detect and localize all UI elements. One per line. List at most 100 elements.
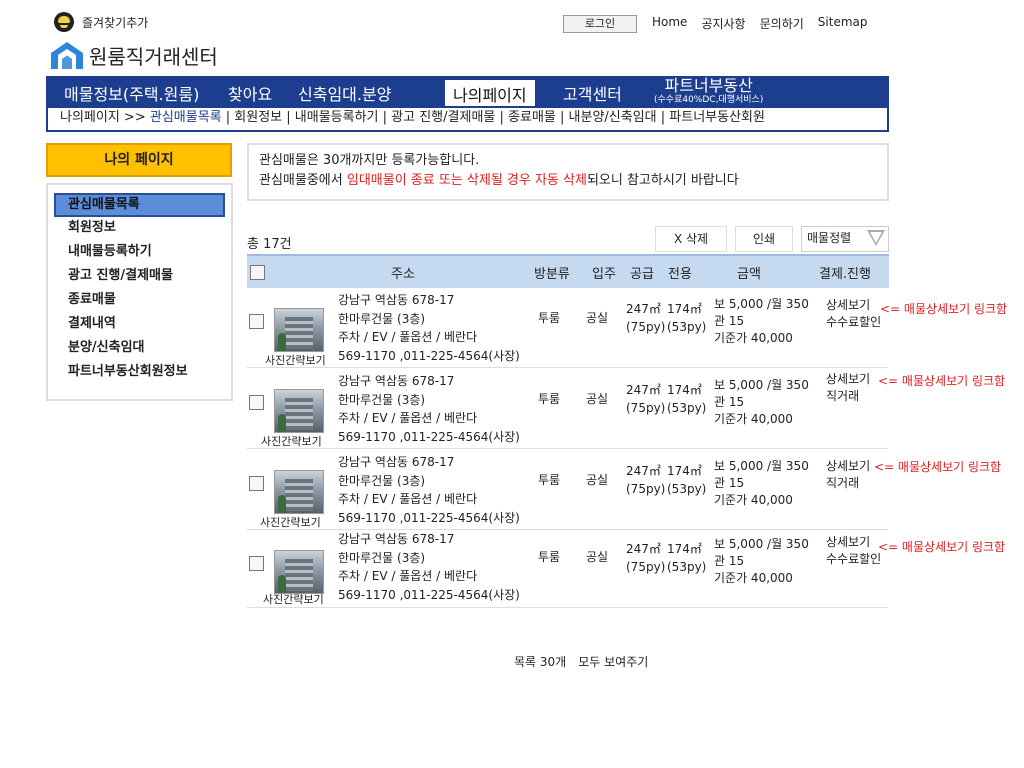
row-checkbox[interactable] — [249, 556, 264, 571]
row-room-type: 투룸 — [538, 473, 561, 487]
row-move-in: 공실 — [586, 473, 609, 487]
show-all-link[interactable]: 모두 보여주기 — [578, 653, 648, 670]
photo-preview-link[interactable]: 사진간략보기 — [265, 352, 326, 368]
detail-link[interactable]: 상세보기 — [826, 371, 870, 388]
header-payment-status: 결제.진행 — [819, 267, 871, 282]
nav-my-page[interactable]: 나의페이지 — [445, 80, 535, 106]
header-supply: 공급 — [630, 267, 654, 282]
delete-button[interactable]: X 삭제 — [655, 226, 727, 252]
sitemap-link[interactable]: Sitemap — [818, 15, 868, 32]
options-line: 주차 / EV / 풀옵션 / 베란다 — [338, 569, 478, 583]
notice-line-2-pre: 관심매물중에서 — [259, 173, 347, 188]
photo-preview-link[interactable]: 사진간략보기 — [260, 514, 321, 530]
nav-partner-realty[interactable]: 파트너부동산 (수수료40%DC,대행서비스) — [654, 77, 763, 106]
property-photo[interactable] — [274, 470, 324, 514]
price-deposit-rent: 보 5,000 /월 350 — [714, 297, 809, 311]
phone-line: 569-1170 ,011-225-4564(사장) — [338, 587, 520, 602]
sidebar-item-ad-payment[interactable]: 광고 진행/결제매물 — [54, 265, 225, 289]
sidebar-item-member-info[interactable]: 회원정보 — [54, 217, 225, 241]
notice-line-2: 관심매물중에서 임대매물이 종료 또는 삭제될 경우 자동 삭제되오니 참고하시… — [259, 171, 877, 191]
detail-link[interactable]: 상세보기 — [826, 297, 881, 314]
subnav-register-property[interactable]: 내매물등록하기 — [295, 110, 379, 125]
address-line: 강남구 역삼동 678-17 — [338, 374, 455, 388]
payment-status: 수수료할인 — [826, 315, 882, 329]
row-exclusive: 174㎡ (53py) — [667, 540, 706, 576]
address-line: 강남구 역삼동 678-17 — [338, 532, 455, 546]
header-room-type: 방분류 — [534, 267, 570, 282]
select-all-checkbox[interactable] — [250, 265, 265, 280]
nav-property-info[interactable]: 매물정보(주택.원룸) — [64, 81, 199, 105]
price-base: 기준가 40,000 — [714, 493, 793, 507]
home-link[interactable]: Home — [652, 15, 687, 32]
inquiry-link[interactable]: 문의하기 — [760, 15, 804, 32]
sidebar-title: 나의 페이지 — [46, 143, 232, 177]
row-status: 상세보기 수수료할인 — [826, 534, 881, 568]
subnav-current[interactable]: 관심매물목록 — [150, 110, 222, 125]
favorite-link[interactable]: 즐겨찾기추가 — [54, 12, 148, 32]
photo-preview-link[interactable]: 사진간략보기 — [263, 591, 324, 607]
photo-preview-link[interactable]: 사진간략보기 — [261, 433, 322, 449]
price-mgmt: 관 15 — [714, 314, 745, 328]
list-count-link[interactable]: 목록 30개 — [514, 653, 566, 670]
property-photo[interactable] — [274, 389, 324, 433]
price-mgmt: 관 15 — [714, 476, 745, 490]
property-photo[interactable] — [274, 550, 324, 594]
price-mgmt: 관 15 — [714, 395, 745, 409]
row-status: 상세보기 직거래 — [826, 458, 870, 492]
total-count: 총 17건 — [247, 237, 292, 252]
exclusive-area: 174㎡ — [667, 302, 702, 316]
sidebar-item-payments[interactable]: 결제내역 — [54, 313, 225, 337]
notice-link[interactable]: 공지사항 — [701, 15, 745, 32]
header-address: 주소 — [391, 267, 415, 282]
top-links: Home 공지사항 문의하기 Sitemap — [652, 15, 867, 32]
property-photo[interactable] — [274, 308, 324, 352]
subnav-ended[interactable]: 종료매물 — [508, 110, 556, 125]
sidebar-item-sale[interactable]: 분양/신축임대 — [54, 337, 225, 361]
nav-looking-for[interactable]: 찾아요 — [228, 81, 272, 105]
house-logo-icon — [51, 42, 83, 69]
row-address: 강남구 역삼동 678-17 한마루건물 (3층) 주차 / EV / 풀옵션 … — [338, 291, 520, 365]
row-status: 상세보기 직거래 — [826, 371, 870, 405]
detail-link[interactable]: 상세보기 — [826, 534, 881, 551]
row-checkbox[interactable] — [249, 314, 264, 329]
table-row: 사진간략보기 강남구 역삼동 678-17 한마루건물 (3층) 주차 / EV… — [247, 288, 1007, 368]
sidebar-item-favorites[interactable]: 관심매물목록 — [54, 193, 225, 217]
exclusive-py: (53py) — [667, 401, 707, 415]
site-logo[interactable]: 원룸직거래센터 — [48, 40, 218, 70]
sort-select[interactable]: 매물정렬 — [801, 226, 889, 252]
subnav-member-info[interactable]: 회원정보 — [234, 110, 282, 125]
row-supply: 247㎡ (75py) — [626, 300, 665, 336]
row-exclusive: 174㎡ (53py) — [667, 381, 706, 417]
print-button[interactable]: 인쇄 — [735, 226, 793, 252]
building-line: 한마루건물 (3층) — [338, 392, 426, 407]
row-price: 보 5,000 /월 350 관 15 기준가 40,000 — [714, 377, 809, 428]
row-supply: 247㎡ (75py) — [626, 540, 665, 576]
sidebar-item-ended[interactable]: 종료매물 — [54, 289, 225, 313]
subnav-ad-payment[interactable]: 광고 진행/결제매물 — [391, 110, 495, 125]
exclusive-py: (53py) — [667, 482, 707, 496]
smiley-icon — [54, 12, 74, 32]
price-deposit-rent: 보 5,000 /월 350 — [714, 459, 809, 473]
row-move-in: 공실 — [586, 311, 609, 325]
supply-py: (75py) — [626, 401, 666, 415]
nav-new-rental[interactable]: 신축임대.분양 — [298, 81, 391, 105]
subnav-partner-member[interactable]: 파트너부동산회원 — [669, 110, 765, 125]
price-deposit-rent: 보 5,000 /월 350 — [714, 378, 809, 392]
row-address: 강남구 역삼동 678-17 한마루건물 (3층) 주차 / EV / 풀옵션 … — [338, 530, 520, 604]
sidebar-item-partner-info[interactable]: 파트너부동산회원정보 — [54, 361, 225, 385]
building-line: 한마루건물 (3층) — [338, 311, 426, 326]
row-checkbox[interactable] — [249, 476, 264, 491]
row-checkbox[interactable] — [249, 395, 264, 410]
sidebar-item-register[interactable]: 내매물등록하기 — [54, 241, 225, 265]
subnav-my-sale[interactable]: 내분양/신축임대 — [569, 110, 657, 125]
nav-customer-center[interactable]: 고객센터 — [563, 81, 622, 105]
exclusive-py: (53py) — [667, 320, 707, 334]
subnav-prefix[interactable]: 나의페이지 >> — [60, 110, 150, 125]
price-mgmt: 관 15 — [714, 554, 745, 568]
exclusive-area: 174㎡ — [667, 542, 702, 556]
login-button[interactable]: 로그인 — [563, 15, 637, 33]
detail-link[interactable]: 상세보기 — [826, 458, 870, 475]
supply-area: 247㎡ — [626, 302, 661, 316]
list-footer: 목록 30개 모두 보여주기 — [514, 653, 648, 670]
supply-py: (75py) — [626, 560, 666, 574]
